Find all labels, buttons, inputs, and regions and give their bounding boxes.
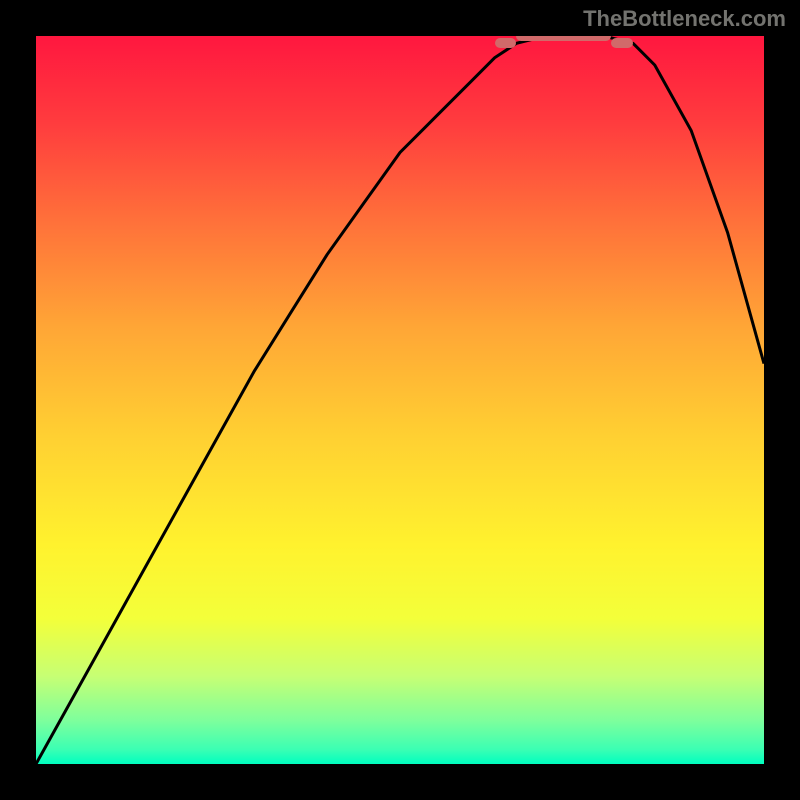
highlight-segment — [611, 38, 633, 48]
bottleneck-curve — [36, 36, 764, 764]
watermark-text: TheBottleneck.com — [583, 6, 786, 32]
highlight-segment — [516, 36, 611, 41]
plot-area — [36, 36, 764, 764]
highlight-segment — [495, 38, 517, 48]
